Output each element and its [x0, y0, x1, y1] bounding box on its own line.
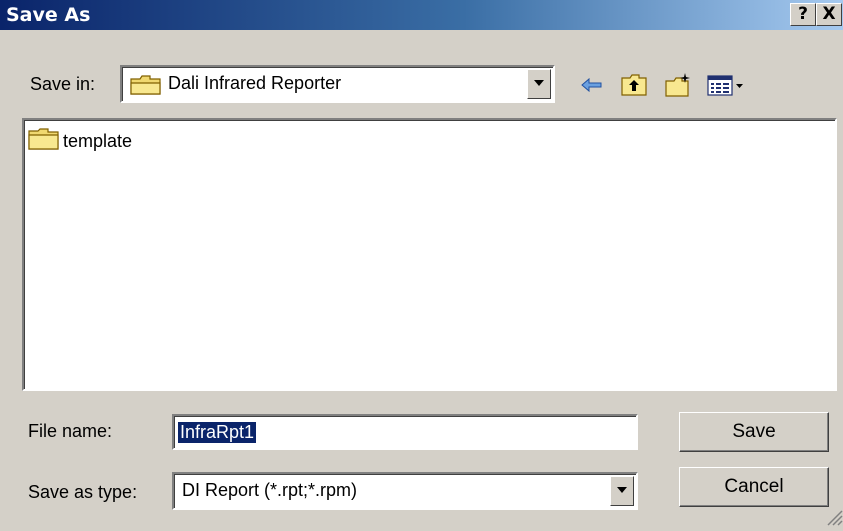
save-as-type-label: Save as type: [28, 482, 138, 502]
file-name-label: File name: [28, 421, 113, 441]
save-in-dropdown-button[interactable] [527, 69, 551, 99]
save-as-type-dropdown-button[interactable] [610, 476, 634, 506]
file-list[interactable]: template [22, 118, 837, 391]
up-one-level-icon[interactable] [620, 71, 648, 99]
view-menu-icon[interactable] [706, 71, 746, 99]
folder-icon [130, 75, 162, 100]
save-as-type-combo[interactable]: DI Report (*.rpt;*.rpm) [172, 472, 638, 510]
list-item[interactable]: template [28, 128, 132, 155]
back-arrow-icon[interactable] [578, 71, 606, 99]
save-as-type-value: DI Report (*.rpt;*.rpm) [182, 480, 358, 500]
file-name: template [63, 131, 133, 151]
folder-icon [28, 128, 60, 155]
save-in-label: Save in: [30, 74, 96, 94]
help-button[interactable]: ? [790, 3, 816, 26]
cancel-button[interactable]: Cancel [679, 467, 829, 507]
save-in-combo[interactable]: Dali Infrared Reporter [120, 65, 555, 103]
file-name-value: InfraRpt1 [178, 422, 257, 443]
close-button[interactable]: X [816, 3, 842, 26]
new-folder-icon[interactable] [664, 71, 692, 99]
save-in-value: Dali Infrared Reporter [168, 73, 342, 93]
file-name-field[interactable]: InfraRpt1 [172, 414, 638, 450]
save-button[interactable]: Save [679, 412, 829, 452]
resize-grip-icon[interactable] [825, 508, 843, 526]
dialog-title: Save As [6, 4, 91, 26]
title-bar: Save As ? X [0, 0, 843, 30]
